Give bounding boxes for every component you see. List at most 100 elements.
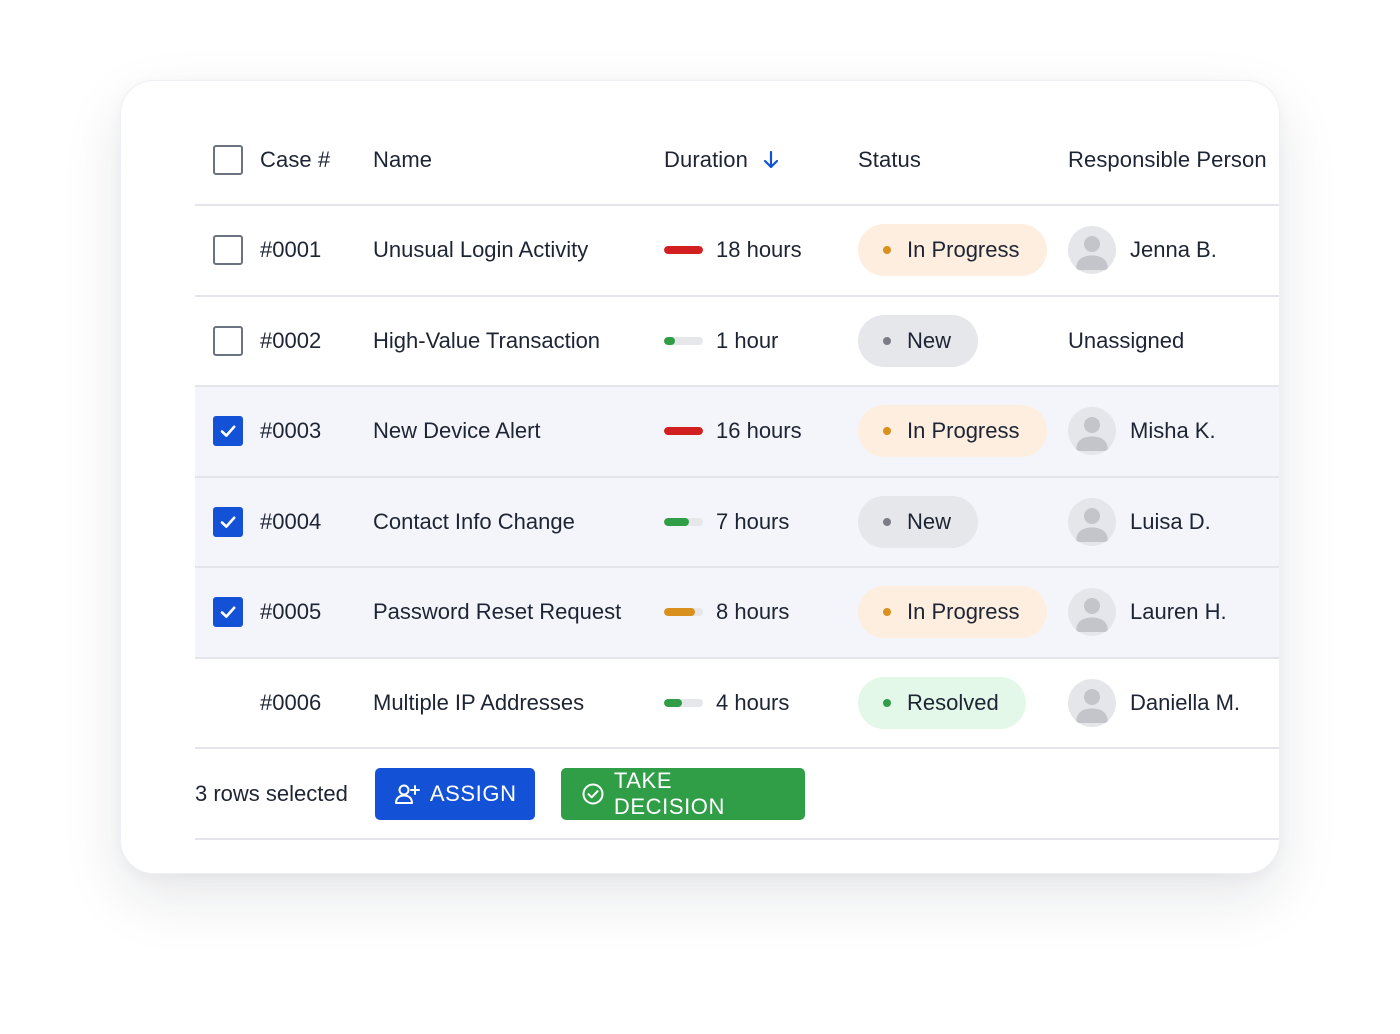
status-cell: In Progress bbox=[858, 387, 1047, 476]
table-row[interactable]: #0004 Contact Info Change 7 hours New Lu… bbox=[195, 477, 1279, 568]
duration-bar bbox=[664, 336, 703, 345]
column-header-duration[interactable]: Duration bbox=[664, 116, 780, 204]
status-cell: In Progress bbox=[858, 568, 1047, 657]
status-label: In Progress bbox=[907, 237, 1020, 263]
avatar bbox=[1068, 226, 1116, 275]
duration-bar bbox=[664, 246, 703, 255]
column-header-person[interactable]: Responsible Person bbox=[1068, 116, 1267, 204]
avatar-person-icon bbox=[1076, 507, 1108, 542]
status-label: Resolved bbox=[907, 689, 999, 715]
status-label: In Progress bbox=[907, 418, 1020, 444]
column-header-case[interactable]: Case # bbox=[260, 116, 330, 204]
status-dot bbox=[883, 336, 891, 345]
column-header-status[interactable]: Status bbox=[858, 116, 921, 204]
duration-text: 18 hours bbox=[716, 237, 802, 263]
selection-footer: 3 rows selected ASSIGN TAKE DECISION bbox=[195, 749, 1279, 840]
row-checkbox[interactable] bbox=[213, 235, 243, 266]
sort-descending-icon[interactable] bbox=[762, 150, 780, 170]
row-select-cell bbox=[213, 478, 243, 567]
duration-bar-fill bbox=[664, 427, 703, 436]
duration-bar-fill bbox=[664, 517, 690, 526]
duration-bar bbox=[664, 427, 703, 436]
checkmark-icon bbox=[220, 425, 236, 438]
case-name: New Device Alert bbox=[373, 418, 541, 444]
add-user-icon bbox=[394, 783, 420, 805]
duration-cell: 1 hour bbox=[664, 297, 778, 386]
case-name: Unusual Login Activity bbox=[373, 237, 589, 263]
person-cell: Luisa D. bbox=[1068, 478, 1211, 567]
status-label: New bbox=[907, 508, 952, 534]
duration-cell: 8 hours bbox=[664, 568, 789, 657]
duration-bar bbox=[664, 517, 703, 526]
avatar bbox=[1068, 497, 1116, 546]
duration-text: 16 hours bbox=[716, 418, 802, 444]
duration-bar-fill bbox=[664, 246, 703, 255]
take-decision-button[interactable]: TAKE DECISION bbox=[560, 767, 805, 820]
case-number: #0005 bbox=[260, 599, 322, 625]
assign-button[interactable]: ASSIGN bbox=[374, 767, 535, 820]
status-label: New bbox=[907, 327, 952, 353]
case-name: Contact Info Change bbox=[373, 508, 575, 534]
avatar bbox=[1068, 678, 1116, 727]
case-name: Multiple IP Addresses bbox=[373, 689, 585, 715]
status-cell: New bbox=[858, 297, 979, 386]
table-row[interactable]: #0002 High-Value Transaction 1 hour New … bbox=[195, 297, 1279, 387]
table-body: #0001 Unusual Login Activity 18 hours In… bbox=[195, 206, 1279, 749]
select-all-cell bbox=[213, 116, 243, 204]
status-dot bbox=[883, 698, 891, 707]
table-row[interactable]: #0001 Unusual Login Activity 18 hours In… bbox=[195, 206, 1279, 297]
status-badge: Resolved bbox=[858, 676, 1026, 729]
duration-bar bbox=[664, 698, 703, 707]
person-cell: Misha K. bbox=[1068, 387, 1216, 476]
table-row[interactable]: #0005 Password Reset Request 8 hours In … bbox=[195, 568, 1279, 659]
row-select-cell bbox=[213, 387, 243, 476]
person-cell: Daniella M. bbox=[1068, 659, 1240, 748]
case-name: High-Value Transaction bbox=[373, 327, 601, 353]
row-checkbox[interactable] bbox=[213, 416, 243, 447]
person-cell: Lauren H. bbox=[1068, 568, 1227, 657]
checkmark-icon bbox=[220, 606, 236, 619]
case-number: #0003 bbox=[260, 418, 322, 444]
status-cell: In Progress bbox=[858, 206, 1047, 295]
person-cell: Jenna B. bbox=[1068, 206, 1217, 295]
status-badge: New bbox=[858, 495, 979, 548]
row-checkbox[interactable] bbox=[213, 597, 243, 628]
status-badge: In Progress bbox=[858, 224, 1047, 277]
table-row[interactable]: #0003 New Device Alert 16 hours In Progr… bbox=[195, 387, 1279, 478]
status-badge: New bbox=[858, 314, 979, 367]
duration-text: 4 hours bbox=[716, 689, 790, 715]
status-dot bbox=[883, 246, 891, 255]
case-table-card: Case # Name Duration Status Responsible … bbox=[120, 80, 1280, 874]
case-number: #0006 bbox=[260, 689, 322, 715]
duration-cell: 16 hours bbox=[664, 387, 802, 476]
avatar-person-icon bbox=[1076, 236, 1108, 271]
column-header-name[interactable]: Name bbox=[373, 116, 432, 204]
responsible-person: Jenna B. bbox=[1130, 237, 1217, 263]
column-header-duration-label: Duration bbox=[664, 147, 748, 172]
case-number: #0002 bbox=[260, 327, 322, 353]
status-cell: New bbox=[858, 478, 979, 567]
row-select-cell bbox=[213, 206, 243, 295]
case-number: #0001 bbox=[260, 237, 322, 263]
row-checkbox[interactable] bbox=[213, 325, 243, 356]
duration-bar bbox=[664, 608, 703, 617]
row-select-cell bbox=[213, 297, 243, 386]
case-name: Password Reset Request bbox=[373, 599, 622, 625]
status-badge: In Progress bbox=[858, 586, 1047, 639]
person-cell: Unassigned bbox=[1068, 297, 1184, 386]
status-label: In Progress bbox=[907, 599, 1020, 625]
status-dot bbox=[883, 517, 891, 526]
row-checkbox[interactable] bbox=[213, 506, 243, 537]
take-decision-button-label: TAKE DECISION bbox=[613, 767, 726, 819]
table-header-row: Case # Name Duration Status Responsible … bbox=[195, 116, 1279, 206]
duration-text: 8 hours bbox=[716, 599, 790, 625]
responsible-person: Unassigned bbox=[1068, 327, 1185, 353]
select-all-checkbox[interactable] bbox=[213, 145, 243, 175]
duration-cell: 4 hours bbox=[664, 659, 789, 748]
row-select-cell bbox=[213, 568, 243, 657]
avatar bbox=[1068, 407, 1116, 456]
avatar-person-icon bbox=[1076, 598, 1108, 633]
table-row[interactable]: #0006 Multiple IP Addresses 4 hours Reso… bbox=[195, 659, 1279, 749]
duration-text: 7 hours bbox=[716, 508, 790, 534]
case-number: #0004 bbox=[260, 508, 322, 534]
